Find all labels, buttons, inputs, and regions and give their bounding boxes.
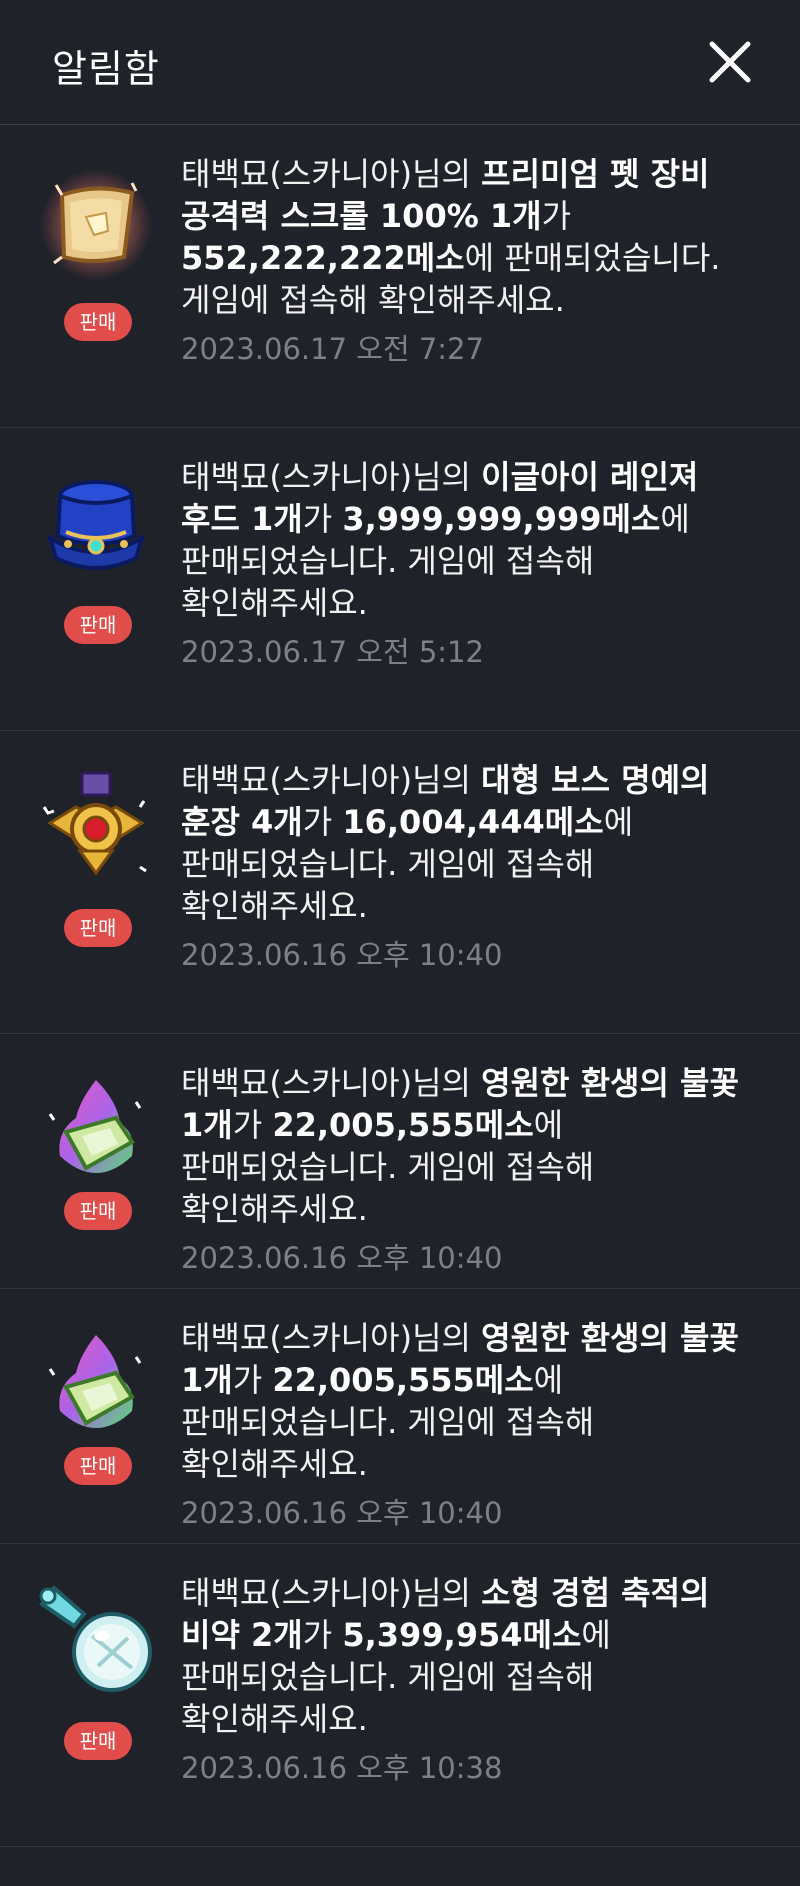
notification-item[interactable]: 판매 태백묘(스카니아)님의 소형 경험 축적의 비약 2개가 5,399,95… bbox=[0, 1544, 800, 1847]
notification-item[interactable]: 판매 태백묘(스카니아)님의 영원한 환생의 불꽃 1개가 22,005,555… bbox=[0, 1034, 800, 1289]
sale-price: 552,222,222메소 bbox=[181, 239, 465, 277]
notification-message: 태백묘(스카니아)님의 소형 경험 축적의 비약 2개가 5,399,954메소… bbox=[181, 1572, 764, 1740]
timestamp: 2023.06.16 오후 10:40 bbox=[181, 938, 503, 972]
timestamp: 2023.06.17 오전 7:27 bbox=[181, 332, 484, 366]
scroll-icon bbox=[36, 165, 156, 285]
notification-body: 태백묘(스카니아)님의 프리미엄 펫 장비 공격력 스크롤 100% 1개가 5… bbox=[181, 153, 764, 369]
seller-suffix: 님의 bbox=[412, 458, 482, 496]
item-suffix: 가 bbox=[541, 197, 572, 235]
seller-name: 태백묘(스카니아) bbox=[181, 458, 413, 496]
notification-message: 태백묘(스카니아)님의 대형 보스 명예의 훈장 4개가 16,004,444메… bbox=[181, 759, 764, 927]
timestamp: 2023.06.16 오후 10:40 bbox=[181, 1241, 503, 1275]
seller-name: 태백묘(스카니아) bbox=[181, 1064, 413, 1102]
item-suffix: 가 bbox=[232, 1106, 273, 1144]
sale-price: 3,999,999,999메소 bbox=[342, 500, 661, 538]
hood-icon bbox=[36, 466, 156, 586]
page-title: 알림함 bbox=[52, 47, 160, 91]
sale-badge: 판매 bbox=[64, 303, 132, 341]
notification-message: 태백묘(스카니아)님의 프리미엄 펫 장비 공격력 스크롤 100% 1개가 5… bbox=[181, 153, 764, 321]
seller-suffix: 님의 bbox=[412, 1064, 482, 1102]
notification-body: 태백묘(스카니아)님의 대형 보스 명예의 훈장 4개가 16,004,444메… bbox=[181, 759, 764, 975]
sale-price: 22,005,555메소 bbox=[272, 1361, 534, 1399]
seller-suffix: 님의 bbox=[412, 1319, 482, 1357]
potion-icon bbox=[36, 1574, 156, 1694]
flame-icon bbox=[36, 1072, 156, 1192]
close-button[interactable] bbox=[706, 38, 754, 86]
timestamp: 2023.06.17 오전 5:12 bbox=[181, 635, 484, 669]
sale-badge: 판매 bbox=[64, 1722, 132, 1760]
item-suffix: 가 bbox=[302, 1616, 343, 1654]
sale-badge: 판매 bbox=[64, 909, 132, 947]
item-suffix: 가 bbox=[302, 500, 343, 538]
medal-icon bbox=[36, 767, 156, 887]
item-suffix: 가 bbox=[302, 803, 343, 841]
seller-name: 태백묘(스카니아) bbox=[181, 1319, 413, 1357]
notification-body: 태백묘(스카니아)님의 소형 경험 축적의 비약 2개가 5,399,954메소… bbox=[181, 1572, 764, 1788]
notification-message: 태백묘(스카니아)님의 영원한 환생의 불꽃 1개가 22,005,555메소에… bbox=[181, 1317, 764, 1485]
seller-name: 태백묘(스카니아) bbox=[181, 761, 413, 799]
notification-message: 태백묘(스카니아)님의 영원한 환생의 불꽃 1개가 22,005,555메소에… bbox=[181, 1062, 764, 1230]
notification-item[interactable]: 판매 태백묘(스카니아)님의 이글아이 레인져 후드 1개가 3,999,999… bbox=[0, 428, 800, 731]
flame-icon bbox=[36, 1327, 156, 1447]
seller-suffix: 님의 bbox=[412, 1574, 482, 1612]
sale-badge: 판매 bbox=[64, 1192, 132, 1230]
notification-item[interactable]: 판매 태백묘(스카니아)님의 영원한 환생의 불꽃 1개가 22,005,555… bbox=[0, 1289, 800, 1544]
notification-body: 태백묘(스카니아)님의 이글아이 레인져 후드 1개가 3,999,999,99… bbox=[181, 456, 764, 672]
sale-price: 16,004,444메소 bbox=[342, 803, 604, 841]
sale-price: 22,005,555메소 bbox=[272, 1106, 534, 1144]
sale-badge: 판매 bbox=[64, 606, 132, 644]
seller-name: 태백묘(스카니아) bbox=[181, 1574, 413, 1612]
header: 알림함 bbox=[0, 0, 800, 125]
notification-body: 태백묘(스카니아)님의 영원한 환생의 불꽃 1개가 22,005,555메소에… bbox=[181, 1062, 764, 1278]
sale-price: 5,399,954메소 bbox=[342, 1616, 582, 1654]
sale-badge: 판매 bbox=[64, 1447, 132, 1485]
notification-body: 태백묘(스카니아)님의 영원한 환생의 불꽃 1개가 22,005,555메소에… bbox=[181, 1317, 764, 1533]
notification-list: 판매 태백묘(스카니아)님의 프리미엄 펫 장비 공격력 스크롤 100% 1개… bbox=[0, 125, 800, 1847]
seller-suffix: 님의 bbox=[412, 761, 482, 799]
item-suffix: 가 bbox=[232, 1361, 273, 1399]
notification-item[interactable]: 판매 태백묘(스카니아)님의 프리미엄 펫 장비 공격력 스크롤 100% 1개… bbox=[0, 125, 800, 428]
seller-name: 태백묘(스카니아) bbox=[181, 155, 413, 193]
notification-message: 태백묘(스카니아)님의 이글아이 레인져 후드 1개가 3,999,999,99… bbox=[181, 456, 764, 624]
close-icon bbox=[709, 41, 751, 83]
timestamp: 2023.06.16 오후 10:40 bbox=[181, 1496, 503, 1530]
notification-item[interactable]: 판매 태백묘(스카니아)님의 대형 보스 명예의 훈장 4개가 16,004,4… bbox=[0, 731, 800, 1034]
seller-suffix: 님의 bbox=[412, 155, 482, 193]
timestamp: 2023.06.16 오후 10:38 bbox=[181, 1751, 503, 1785]
